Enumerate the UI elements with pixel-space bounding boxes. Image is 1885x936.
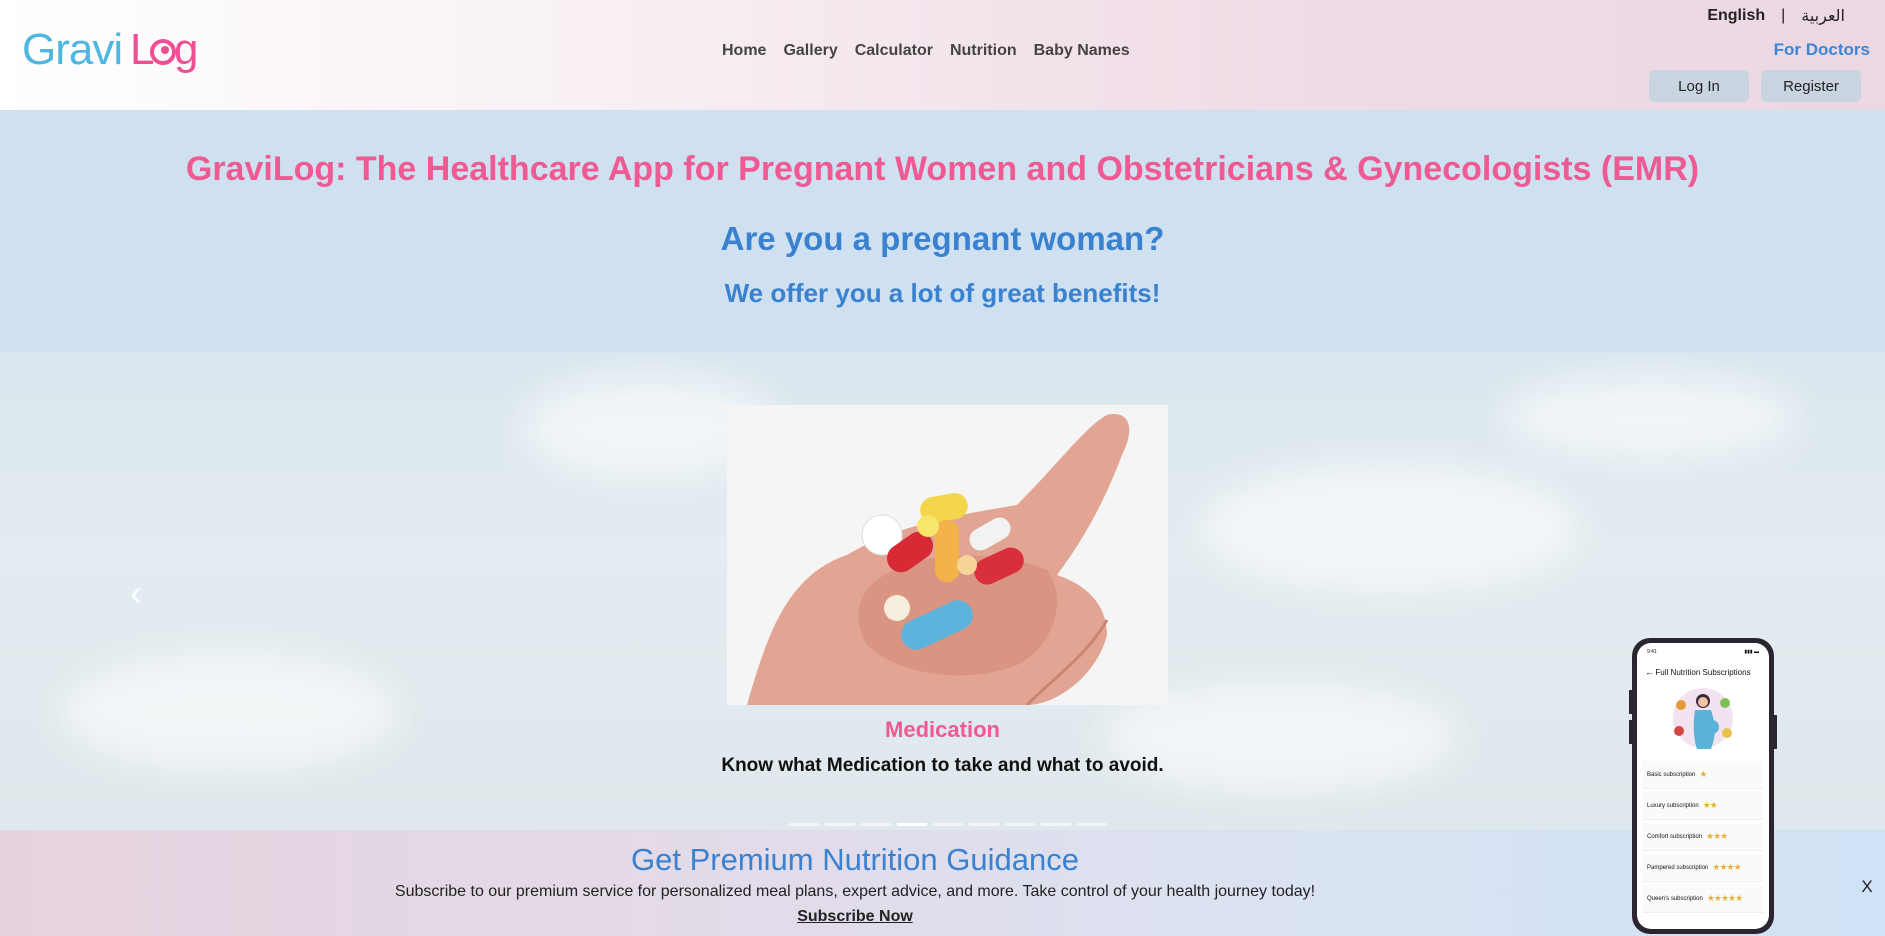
- carousel-dot[interactable]: [1041, 823, 1071, 826]
- subscription-item[interactable]: Comfort subscription ★★★: [1643, 823, 1763, 851]
- subscription-item[interactable]: Queen's subscription ★★★★★: [1643, 885, 1763, 913]
- subscription-item[interactable]: Pampered subscription ★★★★: [1643, 854, 1763, 882]
- carousel-dot[interactable]: [825, 823, 855, 826]
- phone-screen: 9:41 ▮▮▮ ▬ ← Full Nutrition Subscription…: [1637, 643, 1769, 929]
- star-rating-icon: ★★★★★: [1706, 893, 1743, 903]
- star-rating-icon: ★★★: [1706, 831, 1728, 841]
- premium-promo-banner: Get Premium Nutrition Guidance Subscribe…: [0, 830, 1885, 936]
- phone-status-bar: 9:41 ▮▮▮ ▬: [1647, 649, 1759, 655]
- nav-gallery[interactable]: Gallery: [783, 42, 837, 60]
- subscription-name: Comfort subscription: [1647, 833, 1703, 840]
- phone-side-button: [1774, 715, 1777, 749]
- carousel-dot-active[interactable]: [897, 823, 927, 826]
- carousel-prev-icon[interactable]: ‹: [130, 575, 152, 611]
- sky-cloud: [60, 652, 400, 772]
- signal-battery-icon: ▮▮▮ ▬: [1744, 649, 1759, 655]
- subscribe-now-link[interactable]: Subscribe Now: [0, 908, 1710, 926]
- hero-subtitle: We offer you a lot of great benefits!: [724, 278, 1161, 308]
- sky-cloud: [1500, 372, 1800, 462]
- close-banner-button[interactable]: X: [1855, 875, 1879, 899]
- lang-separator: |: [1781, 7, 1786, 24]
- lang-english[interactable]: English: [1707, 7, 1765, 25]
- gravilog-logo[interactable]: Gravi L g: [22, 22, 202, 78]
- subscription-name: Luxury subscription: [1647, 802, 1699, 809]
- carousel-dot[interactable]: [1005, 823, 1035, 826]
- for-doctors-link[interactable]: For Doctors: [1774, 40, 1870, 60]
- nav-home[interactable]: Home: [722, 42, 766, 60]
- carousel-dot[interactable]: [861, 823, 891, 826]
- star-rating-icon: ★★★★: [1712, 862, 1741, 872]
- nav-nutrition[interactable]: Nutrition: [950, 42, 1017, 60]
- language-switcher: English | العربية: [1707, 6, 1845, 26]
- gravilog-logo-image: Gravi L g: [22, 25, 198, 74]
- hero-section: GraviLog: The Healthcare App for Pregnan…: [0, 110, 1885, 352]
- svg-text:Gravi: Gravi: [22, 25, 122, 74]
- promo-title: Get Premium Nutrition Guidance: [631, 842, 1079, 877]
- hero-title: GraviLog: The Healthcare App for Pregnan…: [185, 150, 1700, 188]
- carousel-dot[interactable]: [933, 823, 963, 826]
- subscription-name: Pampered subscription: [1647, 864, 1709, 871]
- phone-time: 9:41: [1647, 649, 1657, 655]
- medication-image: [727, 405, 1168, 705]
- benefits-carousel: ‹ Medication Know what Medication to tak…: [0, 352, 1885, 830]
- carousel-indicators: [789, 823, 1107, 826]
- sky-cloud: [1200, 462, 1580, 592]
- subscription-name: Basic subscription: [1647, 771, 1696, 778]
- svg-text:g: g: [174, 25, 198, 74]
- subscription-item[interactable]: Basic subscription ★: [1643, 761, 1763, 789]
- slide-title: Medication: [885, 717, 1000, 742]
- phone-mockup[interactable]: 9:41 ▮▮▮ ▬ ← Full Nutrition Subscription…: [1632, 638, 1774, 934]
- pregnant-woman-illustration-icon: [1673, 688, 1733, 749]
- hero-question: Are you a pregnant woman?: [720, 220, 1165, 257]
- nav-baby-names[interactable]: Baby Names: [1034, 42, 1130, 60]
- main-nav: Home Gallery Calculator Nutrition Baby N…: [722, 42, 1130, 60]
- promo-text: Subscribe to our premium service for per…: [394, 883, 1316, 900]
- star-rating-icon: ★★: [1702, 800, 1718, 810]
- carousel-dot[interactable]: [789, 823, 819, 826]
- subscription-item[interactable]: Luxury subscription ★★: [1643, 792, 1763, 820]
- lang-arabic[interactable]: العربية: [1801, 6, 1845, 26]
- register-button[interactable]: Register: [1761, 70, 1861, 102]
- subscription-list: Basic subscription ★ Luxury subscription…: [1643, 761, 1763, 916]
- carousel-dot[interactable]: [969, 823, 999, 826]
- star-rating-icon: ★: [1699, 769, 1707, 779]
- login-button[interactable]: Log In: [1649, 70, 1749, 102]
- slide-description: Know what Medication to take and what to…: [721, 755, 1164, 776]
- nav-calculator[interactable]: Calculator: [855, 42, 933, 60]
- phone-screen-title: Full Nutrition Subscriptions: [1655, 668, 1751, 677]
- site-header: Gravi L g Home Gallery Calculator Nutrit…: [0, 0, 1885, 110]
- carousel-dot[interactable]: [1077, 823, 1107, 826]
- subscription-name: Queen's subscription: [1647, 895, 1703, 902]
